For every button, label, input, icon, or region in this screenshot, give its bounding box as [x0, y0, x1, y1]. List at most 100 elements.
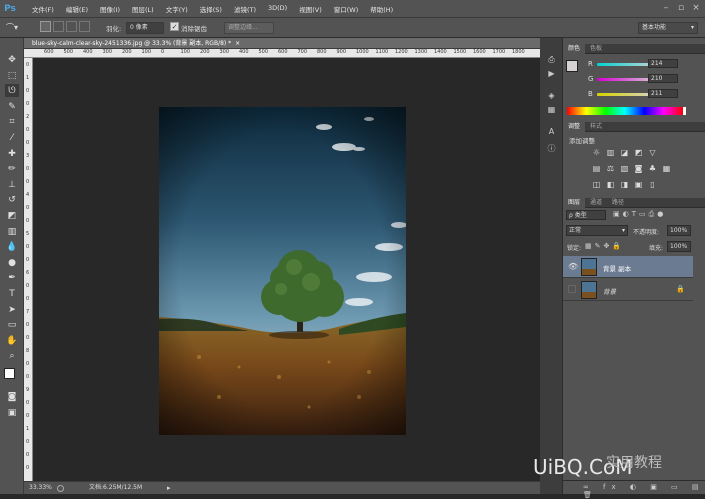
menu-item[interactable]: 窗口(W): [328, 4, 365, 14]
levels-icon[interactable]: ▥: [605, 148, 616, 158]
hand-tool-icon[interactable]: ✋: [5, 334, 19, 347]
clone-source-icon[interactable]: ▦: [545, 104, 558, 116]
tab-layers[interactable]: 图层: [563, 198, 586, 208]
healing-brush-icon[interactable]: ✚: [5, 147, 19, 160]
color-fg-swatch[interactable]: [566, 60, 578, 72]
menu-item[interactable]: 编辑(E): [60, 4, 94, 14]
layer-row[interactable]: 背景 🔒: [563, 279, 693, 301]
add-selection-icon[interactable]: [53, 21, 64, 32]
layer-row[interactable]: 👁 背景 副本: [563, 256, 693, 278]
visibility-eye-icon[interactable]: 👁: [568, 262, 578, 271]
opacity-input[interactable]: 100%: [667, 225, 691, 236]
status-menu-arrow-icon[interactable]: ▸: [167, 482, 171, 494]
menu-item[interactable]: 帮助(H): [364, 4, 399, 14]
dodge-tool-icon[interactable]: ●: [5, 256, 19, 269]
history-brush-icon[interactable]: ↺: [5, 193, 19, 206]
pen-tool-icon[interactable]: ✒: [5, 271, 19, 284]
type-tool-icon[interactable]: T: [5, 287, 19, 300]
info-panel-icon[interactable]: ⓘ: [545, 143, 558, 155]
g-value[interactable]: 210: [648, 74, 678, 83]
layer-filter-icons[interactable]: ▣◐T▭⎙●: [613, 210, 693, 220]
tab-paths[interactable]: 路径: [607, 198, 629, 208]
move-tool-icon[interactable]: ✥: [5, 53, 19, 66]
menu-item[interactable]: 图像(I): [94, 4, 126, 14]
subtract-selection-icon[interactable]: [66, 21, 77, 32]
tab-styles[interactable]: 样式: [585, 122, 607, 132]
layer-footer-icons[interactable]: ∞ fx ◐ ▣ ▭ ▤ 🗑: [583, 483, 705, 499]
screen-mode-icon[interactable]: ▣: [5, 406, 19, 419]
hue-sat-icon[interactable]: ⚖: [605, 164, 616, 174]
character-panel-icon[interactable]: A: [545, 126, 558, 138]
layer-name[interactable]: 背景: [603, 286, 616, 296]
document-image[interactable]: [159, 107, 406, 435]
posterize-icon[interactable]: ◧: [605, 180, 616, 190]
lasso-preset-icon[interactable]: ⌒▾: [6, 22, 26, 34]
status-info-icon[interactable]: [57, 485, 64, 492]
b-value[interactable]: 211: [648, 89, 678, 98]
menu-item[interactable]: 选择(S): [194, 4, 228, 14]
tab-channels[interactable]: 通道: [585, 198, 607, 208]
eraser-tool-icon[interactable]: ◩: [5, 209, 19, 222]
visibility-empty-box[interactable]: [568, 285, 576, 293]
menu-item[interactable]: 滤镜(T): [228, 4, 262, 14]
quick-mask-icon[interactable]: ◙: [5, 390, 19, 403]
r-value[interactable]: 214: [648, 59, 678, 68]
channel-mixer-icon[interactable]: ♣: [647, 164, 658, 174]
color-balance-icon[interactable]: ▧: [619, 164, 630, 174]
fill-input[interactable]: 100%: [667, 241, 691, 252]
antialias-checkbox[interactable]: ✓: [170, 22, 179, 31]
close-tab-icon[interactable]: ×: [235, 40, 240, 47]
color-lookup-icon[interactable]: ▦: [661, 164, 672, 174]
new-selection-icon[interactable]: [40, 21, 51, 32]
eyedropper-icon[interactable]: ⁄: [5, 131, 19, 144]
menu-item[interactable]: 文字(Y): [160, 4, 194, 14]
brush-tool-icon[interactable]: ✏: [5, 162, 19, 175]
exposure-icon[interactable]: ◩: [633, 148, 644, 158]
shape-tool-icon[interactable]: ▭: [5, 318, 19, 331]
menu-item[interactable]: 视图(V): [293, 4, 328, 14]
threshold-icon[interactable]: ◨: [619, 180, 630, 190]
layer-filter-select[interactable]: ρ 类型: [566, 210, 606, 220]
intersect-selection-icon[interactable]: [79, 21, 90, 32]
actions-panel-icon[interactable]: ▶: [545, 68, 558, 80]
curves-icon[interactable]: ◪: [619, 148, 630, 158]
restore-icon[interactable]: ▫: [674, 2, 688, 14]
black-white-icon[interactable]: ◙: [633, 164, 644, 174]
layer-name[interactable]: 背景 副本: [603, 263, 631, 273]
vibrance-icon[interactable]: ▤: [591, 164, 602, 174]
lock-icons[interactable]: ▦✎✥🔒: [585, 242, 635, 252]
menu-item[interactable]: 图层(L): [126, 4, 160, 14]
invert-icon[interactable]: ◫: [591, 180, 602, 190]
lasso-tool-icon[interactable]: ᘎ: [5, 84, 19, 97]
gradient-tool-icon[interactable]: ▥: [5, 225, 19, 238]
gradient-map-adj-icon[interactable]: ▽: [647, 148, 658, 158]
tab-adjustments[interactable]: 调整: [563, 122, 586, 132]
tab-swatches[interactable]: 色板: [585, 44, 607, 54]
menu-item[interactable]: 文件(F): [26, 4, 60, 14]
crop-tool-icon[interactable]: ⌗: [5, 115, 19, 128]
white-swatch[interactable]: [683, 107, 686, 115]
history-panel-icon[interactable]: ⎙: [545, 54, 558, 66]
foreground-color-swatch[interactable]: [4, 368, 15, 379]
feather-input[interactable]: 0 像素: [126, 22, 164, 34]
color-spectrum[interactable]: [567, 107, 683, 115]
clone-stamp-icon[interactable]: ⊥: [5, 178, 19, 191]
marquee-tool-icon[interactable]: ⬚: [5, 69, 19, 82]
close-window-icon[interactable]: ×: [689, 2, 703, 14]
brush-panel-icon[interactable]: ◈: [545, 90, 558, 102]
gradient-map-icon[interactable]: ▯: [647, 180, 658, 190]
path-select-icon[interactable]: ➤: [5, 303, 19, 316]
blur-tool-icon[interactable]: 💧: [5, 240, 19, 253]
zoom-tool-icon[interactable]: ⌕: [5, 349, 19, 362]
document-tab[interactable]: blue-sky-calm-clear-sky-2451336.jpg @ 33…: [24, 38, 540, 49]
zoom-level[interactable]: 33.33%: [29, 482, 52, 494]
workspace-select[interactable]: 基本功能 ▾: [638, 22, 698, 34]
refine-edge-button[interactable]: 调整边缘...: [224, 22, 274, 34]
menu-item[interactable]: 3D(D): [262, 4, 293, 14]
brightness-icon[interactable]: ☼: [591, 148, 602, 158]
blend-mode-select[interactable]: 正常 ▾: [566, 225, 628, 236]
quick-select-icon[interactable]: ✎: [5, 100, 19, 113]
tab-color[interactable]: 颜色: [563, 44, 586, 54]
selective-color-icon[interactable]: ▣: [633, 180, 644, 190]
minimize-icon[interactable]: –: [659, 2, 673, 14]
